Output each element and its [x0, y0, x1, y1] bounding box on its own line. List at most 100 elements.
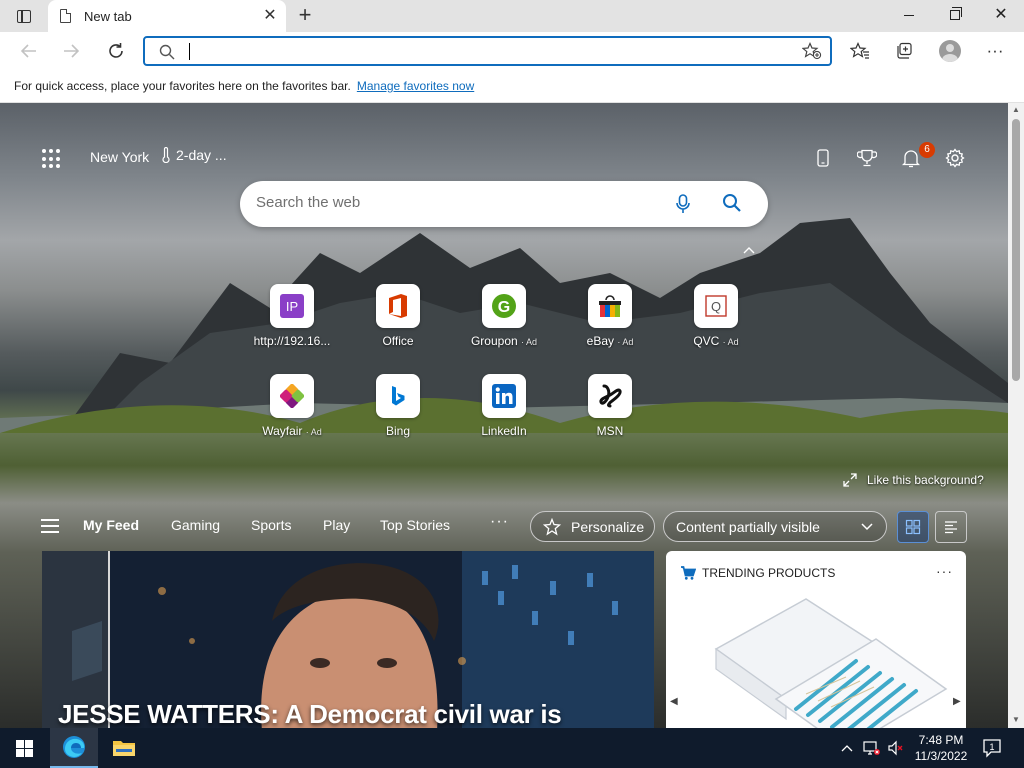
add-favorite-icon[interactable] [801, 42, 822, 60]
clock-time: 7:48 PM [918, 733, 964, 747]
scroll-down-icon[interactable]: ▼ [1012, 715, 1020, 724]
trending-title: TRENDING PRODUCTS [702, 566, 836, 580]
restore-button[interactable] [932, 0, 978, 30]
page-icon [60, 9, 71, 23]
expand-icon [843, 473, 857, 487]
personalize-button[interactable]: Personalize [530, 511, 655, 542]
scroll-up-icon[interactable]: ▲ [1012, 105, 1020, 114]
favorites-button[interactable] [845, 36, 875, 66]
clock-date: 11/3/2022 [914, 749, 968, 763]
quick-link-groupon[interactable]: G Groupon · Ad [456, 284, 552, 348]
location-label[interactable]: New York [90, 149, 149, 165]
favorites-bar-text: For quick access, place your favorites h… [14, 79, 351, 93]
thermometer-icon [162, 147, 170, 163]
search-icon [159, 44, 175, 60]
tab-actions-button[interactable] [8, 4, 40, 28]
quick-link-bing[interactable]: Bing [350, 374, 446, 438]
hero-headline[interactable]: JESSE WATTERS: A Democrat civil war is [58, 699, 562, 728]
minimize-button[interactable] [886, 0, 932, 30]
settings-and-more-button[interactable]: ··· [980, 36, 1010, 66]
taskbar-clock[interactable]: 7:48 PM 11/3/2022 [912, 732, 970, 764]
carousel-prev-icon[interactable]: ◀ [670, 696, 678, 707]
refresh-button[interactable] [101, 36, 131, 66]
page-scrollbar[interactable]: ▲ ▼ [1008, 103, 1024, 728]
quick-link-ebay[interactable]: eBay · Ad [562, 284, 658, 348]
scrollbar-thumb[interactable] [1012, 119, 1020, 381]
action-center-icon: 1 [983, 739, 1001, 758]
news-card-hero[interactable]: JESSE WATTERS: A Democrat civil war is [42, 551, 654, 728]
quick-link-ip[interactable]: IP http://192.16... [244, 284, 340, 348]
msn-icon [588, 374, 632, 418]
grid-icon [905, 519, 921, 535]
address-input[interactable] [187, 41, 767, 61]
refresh-icon [109, 43, 123, 58]
more-icon: ··· [986, 41, 1004, 60]
forward-button[interactable] [56, 36, 86, 66]
manage-favorites-link[interactable]: Manage favorites now [357, 79, 474, 93]
start-button[interactable] [0, 728, 48, 768]
web-search-input[interactable] [256, 194, 656, 211]
restore-icon [950, 7, 962, 20]
tab-play[interactable]: Play [323, 517, 350, 533]
title-bar: New tab ✕ + ✕ [0, 0, 1024, 32]
trophy-icon [857, 149, 877, 167]
text-caret [189, 43, 190, 60]
feed-navigation: My Feed Gaming Sports Play Top Stories ·… [0, 503, 1008, 549]
apps-launcher-button[interactable] [42, 149, 62, 169]
tab-title: New tab [84, 8, 132, 24]
trending-more-button[interactable]: ··· [936, 563, 953, 579]
menu-icon[interactable] [41, 519, 59, 533]
windows-taskbar: 7:48 PM 11/3/2022 1 [0, 728, 1024, 768]
profile-button[interactable] [935, 36, 965, 66]
quick-link-qvc[interactable]: Q QVC · Ad [668, 284, 764, 348]
tab-new-tab[interactable]: New tab ✕ [48, 0, 286, 32]
tab-my-feed[interactable]: My Feed [83, 517, 139, 533]
quick-link-msn[interactable]: MSN [562, 374, 658, 438]
rewards-button[interactable] [854, 145, 880, 171]
content-visibility-value: Content partially visible [676, 518, 820, 535]
collections-icon [897, 42, 912, 59]
volume-button[interactable] [885, 728, 907, 768]
weather-widget[interactable]: 2-day ... [162, 147, 227, 163]
volume-muted-icon [888, 740, 903, 756]
microphone-icon[interactable] [676, 194, 690, 217]
collections-button[interactable] [889, 36, 919, 66]
quick-link-label: Wayfair [262, 424, 303, 438]
trending-products-card[interactable]: TRENDING PRODUCTS ··· ◀ ▶ [666, 551, 966, 728]
network-button[interactable] [860, 728, 882, 768]
ad-label: · Ad [521, 337, 538, 347]
tab-top-stories[interactable]: Top Stories [380, 517, 450, 533]
ebay-icon [588, 284, 632, 328]
mobile-button[interactable] [810, 145, 836, 171]
svg-text:IP: IP [286, 299, 298, 314]
taskbar-edge[interactable] [50, 728, 98, 768]
show-hidden-icons-button[interactable] [838, 728, 856, 768]
quick-link-office[interactable]: Office [350, 284, 446, 348]
web-search-box[interactable] [240, 181, 768, 227]
tab-gaming[interactable]: Gaming [171, 517, 220, 533]
avatar [939, 40, 961, 62]
taskbar-file-explorer[interactable] [100, 728, 148, 768]
new-tab-button[interactable]: + [292, 4, 318, 28]
quick-link-linkedin[interactable]: LinkedIn [456, 374, 552, 438]
grid-layout-button[interactable] [897, 511, 929, 543]
carousel-next-icon[interactable]: ▶ [953, 696, 961, 707]
page-settings-button[interactable] [942, 145, 968, 171]
back-button[interactable] [14, 36, 44, 66]
like-background-button[interactable]: Like this background? [843, 473, 984, 487]
list-layout-button[interactable] [935, 511, 967, 543]
action-center-button[interactable]: 1 [980, 736, 1004, 760]
chevron-down-icon [861, 523, 873, 531]
quick-link-wayfair[interactable]: Wayfair · Ad [244, 374, 340, 438]
content-visibility-dropdown[interactable]: Content partially visible [663, 511, 887, 542]
ad-label: · Ad [617, 337, 634, 347]
collapse-quick-links-icon[interactable] [743, 246, 755, 254]
more-tabs-button[interactable]: ··· [490, 513, 509, 531]
web-search-submit-icon[interactable] [722, 193, 742, 216]
bing-icon [376, 374, 420, 418]
close-window-button[interactable]: ✕ [978, 0, 1024, 30]
address-bar[interactable] [143, 36, 832, 66]
ad-label: · Ad [305, 427, 322, 437]
tab-sports[interactable]: Sports [251, 517, 291, 533]
tab-close-icon[interactable]: ✕ [262, 8, 278, 24]
